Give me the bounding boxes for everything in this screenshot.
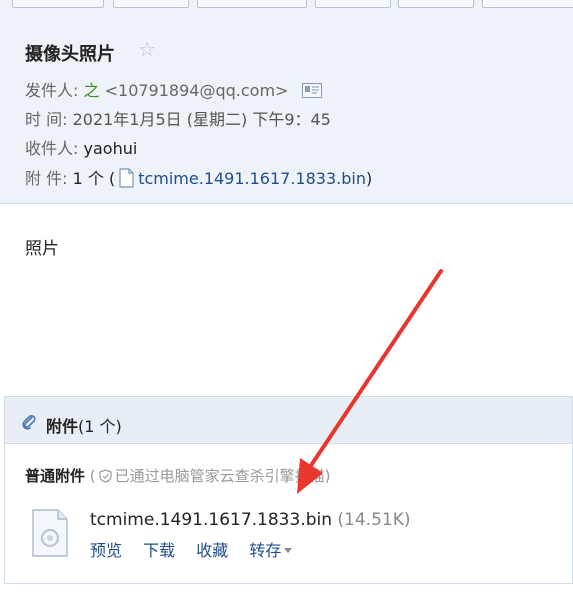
attach-filename-link[interactable]: tcmime.1491.1617.1833.bin [138,169,366,188]
from-label: 发件人: [25,81,79,100]
attachments-title: 附件(1 个) [46,413,122,437]
shield-icon [99,469,112,483]
star-icon[interactable]: ☆ [138,39,156,59]
toolbar-button-reply[interactable] [113,0,189,8]
mail-subject: 摄像头照片 [25,44,115,65]
attach-label: 附 件: [25,169,68,188]
to-value[interactable]: yaohui [84,139,138,158]
mail-header: 摄像头照片 ☆ 发件人: 之 <10791894@qq.com> 时 间: 20… [0,11,573,204]
toolbar [0,0,573,11]
attach-open-paren: ( [108,169,116,188]
sender-name[interactable]: 之 [84,81,100,100]
attachment-file-size: (14.51K) [337,510,411,530]
normal-attachments-label: 普通附件 [25,467,86,485]
preview-link[interactable]: 预览 [90,541,122,560]
toolbar-button-delete[interactable] [398,0,474,8]
mail-body-text: 照片 [25,239,59,259]
from-row: 发件人: 之 <10791894@qq.com> [25,81,322,101]
to-row: 收件人: yaohui [25,139,137,159]
chevron-down-icon [284,548,293,553]
attach-row: 附 件: 1 个 ( tcmime.1491.1617.1833.bin) [25,168,372,189]
to-label: 收件人: [25,139,79,158]
normal-attachments-row: 普通附件 ( 已通过电脑管家云查杀引擎扫描) [25,465,331,486]
file-icon [119,168,134,188]
contact-card-icon[interactable] [301,83,322,98]
attachments-title-label: 附件 [46,417,79,436]
attachments-panel: 附件(1 个) 普通附件 ( 已通过电脑管家云查杀引擎扫描) tcmime.14… [4,396,573,584]
attachments-header: 附件(1 个) [5,397,572,444]
time-label: 时 间: [25,110,68,129]
attach-count: 1 个 [72,169,104,188]
toolbar-button-forward[interactable] [315,0,391,8]
paperclip-icon [22,415,36,430]
save-to-label: 转存 [249,541,282,560]
toolbar-button-reply-all[interactable] [197,0,307,8]
attachment-file-name[interactable]: tcmime.1491.1617.1833.bin [90,510,332,530]
time-value: 2021年1月5日 (星期二) 下午9：45 [72,110,331,129]
sender-email: <10791894@qq.com> [104,81,289,100]
scan-note: 已通过电脑管家云查杀引擎扫描 [114,467,325,485]
save-to-link[interactable]: 转存 [249,541,293,560]
attachment-actions: 预览 下载 收藏 转存 [90,537,308,561]
attach-close-paren: ) [365,169,373,188]
toolbar-button-back[interactable] [12,0,104,8]
scan-note-close: ) [324,467,331,485]
attachments-count: (1 个) [78,417,122,436]
attachment-file-icon[interactable] [31,509,69,557]
attachment-file-row: tcmime.1491.1617.1833.bin (14.51K) [90,510,411,530]
time-row: 时 间: 2021年1月5日 (星期二) 下午9：45 [25,110,331,130]
toolbar-button-more[interactable] [482,0,573,8]
favorite-link[interactable]: 收藏 [196,541,228,560]
download-link[interactable]: 下载 [143,541,175,560]
scan-note-open: ( [89,467,96,485]
